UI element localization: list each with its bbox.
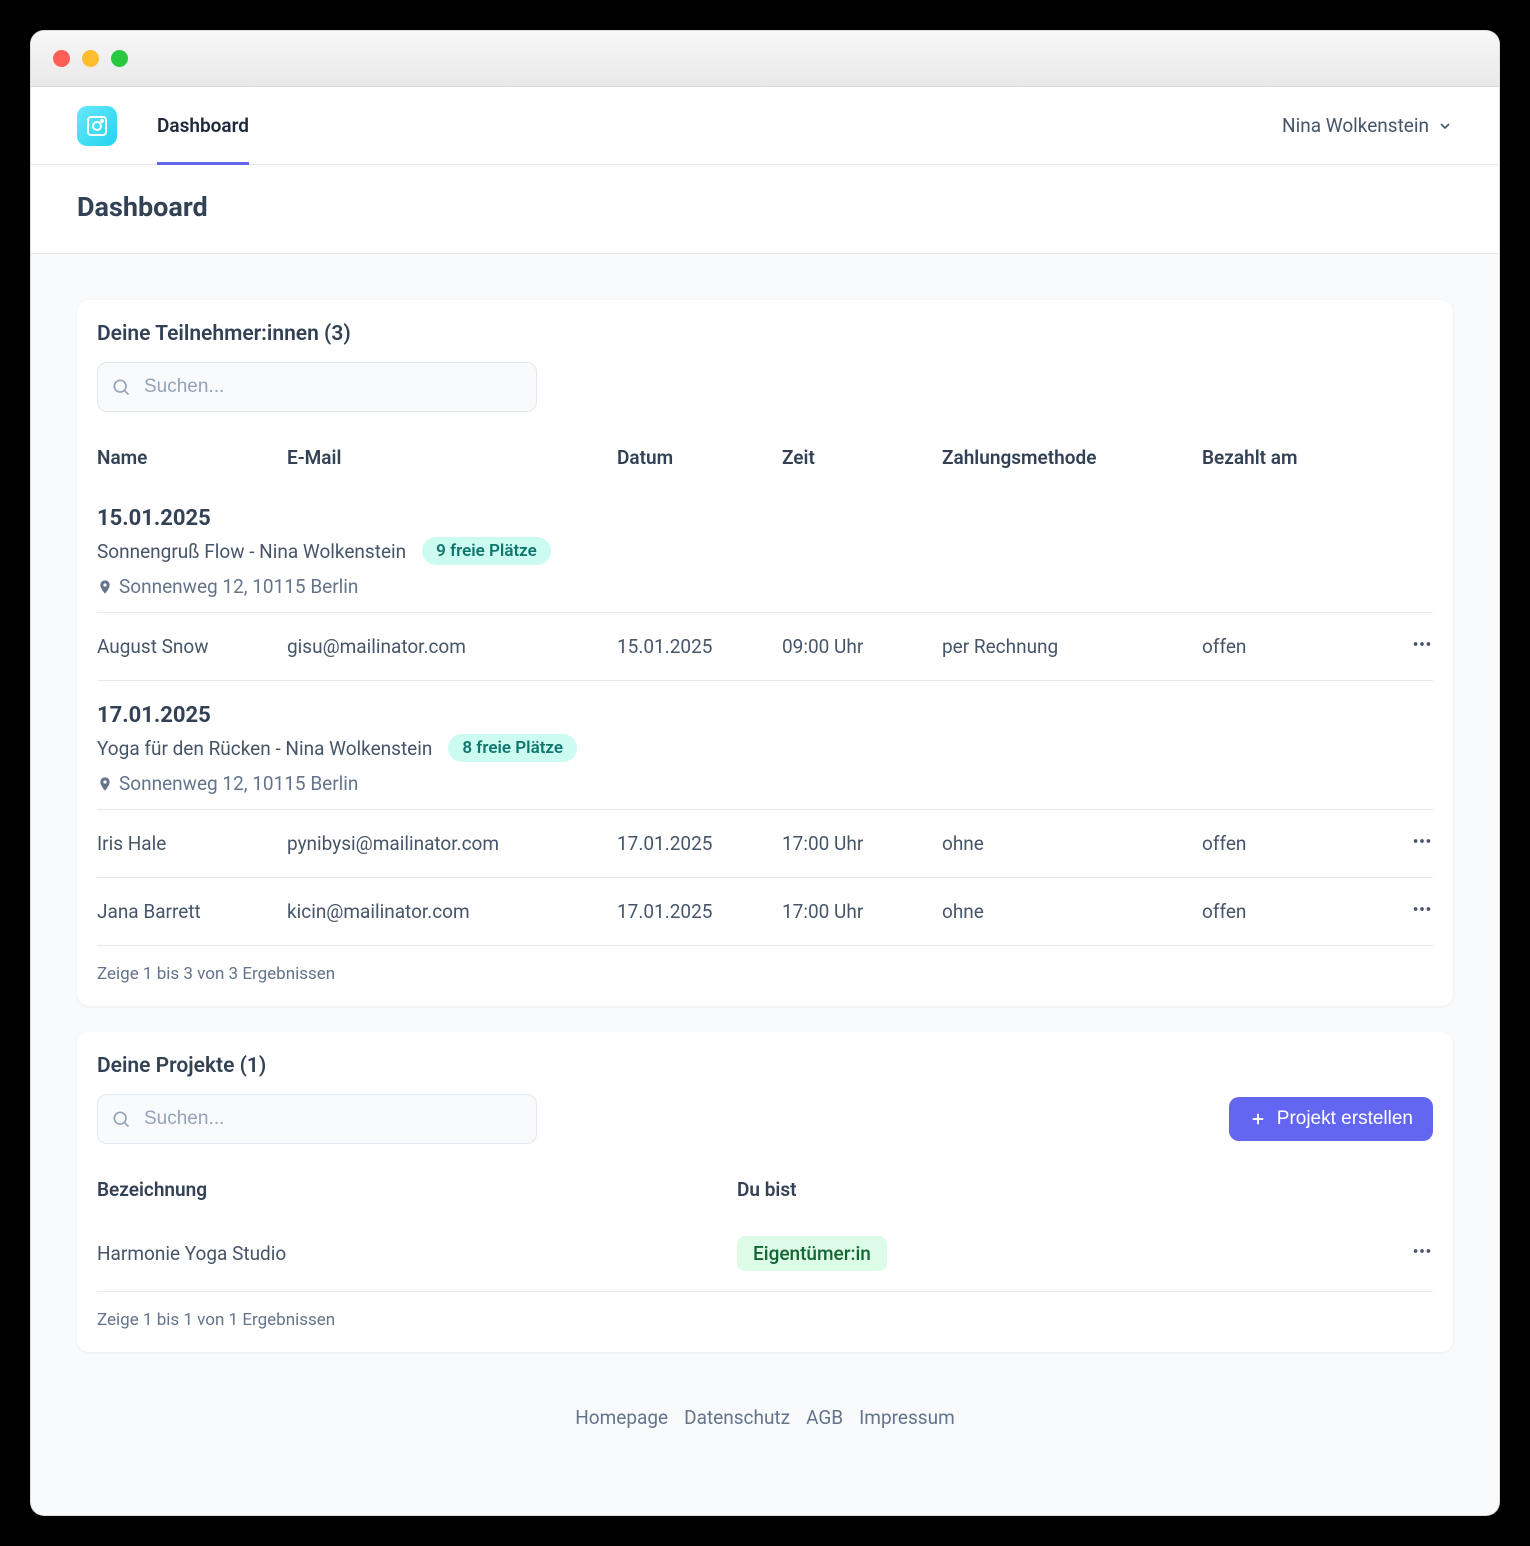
cell-payment: ohne: [942, 810, 1202, 878]
cell-paid-at: offen: [1202, 613, 1393, 681]
role-badge: Eigentümer:in: [737, 1236, 887, 1271]
logo-icon: [85, 114, 109, 138]
cell-payment: ohne: [942, 878, 1202, 946]
cell-paid-at: offen: [1202, 810, 1393, 878]
search-icon: [111, 1109, 131, 1129]
group-location: Sonnenweg 12, 10115 Berlin: [119, 772, 358, 795]
page-title: Dashboard: [77, 191, 1453, 223]
window-titlebar: [31, 31, 1499, 87]
row-actions-button[interactable]: [1411, 830, 1433, 852]
footer-link-terms[interactable]: AGB: [806, 1406, 843, 1429]
app-window: Dashboard Nina Wolkenstein Dashboard Dei…: [30, 30, 1500, 1516]
projects-card: Deine Projekte (1) Projekt erstellen: [77, 1032, 1453, 1352]
cell-project-name: Harmonie Yoga Studio: [97, 1216, 737, 1292]
participants-title: Deine Teilnehmer:innen (3): [97, 322, 1433, 346]
footer-link-imprint[interactable]: Impressum: [859, 1406, 955, 1429]
cell-payment: per Rechnung: [942, 613, 1202, 681]
more-horizontal-icon: [1411, 830, 1433, 852]
col-project-role: Du bist: [737, 1164, 1393, 1216]
col-name: Name: [97, 432, 287, 484]
projects-result-text: Zeige 1 bis 1 von 1 Ergebnissen: [97, 1310, 1433, 1330]
col-paid-at: Bezahlt am: [1202, 432, 1393, 484]
more-horizontal-icon: [1411, 633, 1433, 655]
row-actions-button[interactable]: [1411, 898, 1433, 920]
app-logo[interactable]: [77, 106, 117, 146]
group-date: 15.01.2025: [97, 506, 1433, 531]
participants-card: Deine Teilnehmer:innen (3) Name E-Mail: [77, 300, 1453, 1006]
cell-date: 17.01.2025: [617, 878, 782, 946]
group-event-title: Sonnengruß Flow - Nina Wolkenstein: [97, 540, 406, 563]
footer: Homepage Datenschutz AGB Impressum: [77, 1378, 1453, 1469]
more-horizontal-icon: [1411, 1240, 1433, 1262]
user-menu[interactable]: Nina Wolkenstein: [1282, 114, 1453, 137]
projects-title: Deine Projekte (1): [97, 1054, 1433, 1078]
user-name: Nina Wolkenstein: [1282, 114, 1429, 137]
cell-email: pynibysi@mailinator.com: [287, 810, 617, 878]
cell-email: kicin@mailinator.com: [287, 878, 617, 946]
create-project-label: Projekt erstellen: [1277, 1108, 1413, 1130]
cell-name: Jana Barrett: [97, 878, 287, 946]
projects-search: [97, 1094, 537, 1144]
table-row: Iris Hale pynibysi@mailinator.com 17.01.…: [97, 810, 1433, 878]
more-horizontal-icon: [1411, 898, 1433, 920]
cell-time: 17:00 Uhr: [782, 878, 942, 946]
cell-paid-at: offen: [1202, 878, 1393, 946]
free-spots-badge: 8 freie Plätze: [448, 734, 577, 762]
col-project-name: Bezeichnung: [97, 1164, 737, 1216]
group-event-title: Yoga für den Rücken - Nina Wolkenstein: [97, 737, 432, 760]
cell-date: 17.01.2025: [617, 810, 782, 878]
projects-table: Bezeichnung Du bist Harmonie Yoga Studio…: [97, 1164, 1433, 1292]
footer-link-privacy[interactable]: Datenschutz: [684, 1406, 790, 1429]
participants-result-text: Zeige 1 bis 3 von 3 Ergebnissen: [97, 964, 1433, 984]
group-location: Sonnenweg 12, 10115 Berlin: [119, 575, 358, 598]
cell-name: August Snow: [97, 613, 287, 681]
nav-tab-dashboard[interactable]: Dashboard: [157, 87, 249, 165]
col-time: Zeit: [782, 432, 942, 484]
col-email: E-Mail: [287, 432, 617, 484]
table-row: August Snow gisu@mailinator.com 15.01.20…: [97, 613, 1433, 681]
col-date: Datum: [617, 432, 782, 484]
cell-email: gisu@mailinator.com: [287, 613, 617, 681]
row-actions-button[interactable]: [1411, 633, 1433, 655]
projects-search-input[interactable]: [97, 1094, 537, 1144]
cell-time: 17:00 Uhr: [782, 810, 942, 878]
chevron-down-icon: [1437, 118, 1453, 134]
row-actions-button[interactable]: [1411, 1240, 1433, 1262]
map-pin-icon: [97, 579, 113, 595]
search-icon: [111, 377, 131, 397]
cell-time: 09:00 Uhr: [782, 613, 942, 681]
page-header: Dashboard: [31, 165, 1499, 254]
group-date: 17.01.2025: [97, 703, 1433, 728]
cell-name: Iris Hale: [97, 810, 287, 878]
table-row: Harmonie Yoga Studio Eigentümer:in: [97, 1216, 1433, 1292]
window-minimize-button[interactable]: [82, 50, 99, 67]
participants-table: Name E-Mail Datum Zeit Zahlungsmethode B…: [97, 432, 1433, 946]
participants-search: [97, 362, 537, 412]
participants-search-input[interactable]: [97, 362, 537, 412]
create-project-button[interactable]: Projekt erstellen: [1229, 1097, 1433, 1141]
col-payment: Zahlungsmethode: [942, 432, 1202, 484]
footer-link-homepage[interactable]: Homepage: [575, 1406, 668, 1429]
top-nav: Dashboard Nina Wolkenstein: [31, 87, 1499, 165]
table-row: Jana Barrett kicin@mailinator.com 17.01.…: [97, 878, 1433, 946]
window-maximize-button[interactable]: [111, 50, 128, 67]
window-close-button[interactable]: [53, 50, 70, 67]
plus-icon: [1249, 1110, 1267, 1128]
free-spots-badge: 9 freie Plätze: [422, 537, 551, 565]
map-pin-icon: [97, 776, 113, 792]
cell-date: 15.01.2025: [617, 613, 782, 681]
